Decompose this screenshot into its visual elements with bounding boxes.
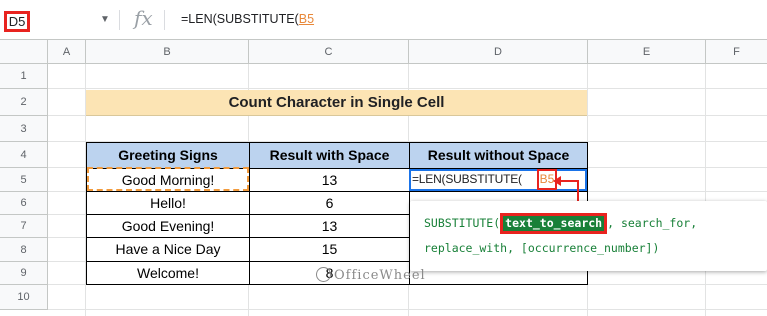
table-cell-greeting[interactable]: Good Evening!: [86, 214, 250, 238]
table-cell-greeting[interactable]: Welcome!: [86, 261, 250, 285]
row-header-4[interactable]: 4: [0, 142, 48, 168]
officewheel-logo-icon: [316, 267, 331, 282]
formula-ref: B5: [298, 12, 315, 26]
table-cell-with-space[interactable]: 15: [249, 237, 410, 262]
divider: [164, 10, 165, 30]
table-cell-greeting[interactable]: Hello!: [86, 191, 250, 215]
column-header-d[interactable]: D: [409, 40, 588, 64]
fx-icon: fx: [134, 6, 153, 30]
column-header-a[interactable]: A: [48, 40, 86, 64]
gridline: [48, 309, 767, 310]
formula-input[interactable]: =LEN(SUBSTITUTE(B5: [181, 12, 314, 26]
function-help-tooltip: SUBSTITUTE(text_to_search, search_for, r…: [410, 201, 767, 271]
name-box[interactable]: D5: [4, 11, 30, 32]
sheet-title[interactable]: Count Character in Single Cell: [86, 90, 587, 116]
table-cell-with-space[interactable]: 13: [249, 168, 410, 192]
row-header-2[interactable]: 2: [0, 89, 48, 116]
table-header-with-space[interactable]: Result with Space: [249, 142, 410, 169]
table-cell-with-space[interactable]: 13: [249, 214, 410, 238]
gridline: [705, 64, 706, 316]
function-name: SUBSTITUTE(: [424, 216, 501, 230]
row-header-7[interactable]: 7: [0, 215, 48, 238]
watermark: OfficeWheel: [316, 267, 426, 283]
table-cell-greeting[interactable]: Good Morning!: [86, 168, 250, 192]
formula-prefix: =LEN(SUBSTITUTE(: [181, 12, 299, 26]
column-header-c[interactable]: C: [249, 40, 409, 64]
row-header-1[interactable]: 1: [0, 64, 48, 89]
gridline: [48, 88, 767, 89]
tooltip-rest: , search_for,: [607, 216, 698, 230]
current-parameter: text_to_search: [500, 213, 608, 234]
annotation-arrow: [556, 180, 578, 182]
column-header-b[interactable]: B: [86, 40, 249, 64]
select-all-corner[interactable]: [0, 40, 48, 64]
tooltip-line-1: SUBSTITUTE(text_to_search, search_for,: [424, 213, 697, 234]
chevron-down-icon[interactable]: ▼: [100, 14, 110, 25]
table-header-greeting[interactable]: Greeting Signs: [86, 142, 250, 169]
watermark-text: OfficeWheel: [334, 268, 426, 283]
table-cell-greeting[interactable]: Have a Nice Day: [86, 237, 250, 262]
table-cell-with-space[interactable]: 6: [249, 191, 410, 215]
table-header-without-space[interactable]: Result without Space: [409, 142, 588, 169]
row-header-3[interactable]: 3: [0, 116, 48, 142]
formula-bar: D5 ▼ fx =LEN(SUBSTITUTE(B5: [0, 0, 767, 40]
row-header-5[interactable]: 5: [0, 168, 48, 192]
row-header-9[interactable]: 9: [0, 262, 48, 285]
column-header-f[interactable]: F: [706, 40, 767, 64]
row-header-10[interactable]: 10: [0, 285, 48, 310]
row-header-6[interactable]: 6: [0, 192, 48, 215]
tooltip-line-2: replace_with, [occurrence_number]): [424, 241, 660, 255]
cell-edit-text: =LEN(SUBSTITUTE(: [412, 172, 522, 186]
column-header-e[interactable]: E: [588, 40, 706, 64]
row-header-8[interactable]: 8: [0, 238, 48, 262]
divider: [119, 10, 120, 30]
